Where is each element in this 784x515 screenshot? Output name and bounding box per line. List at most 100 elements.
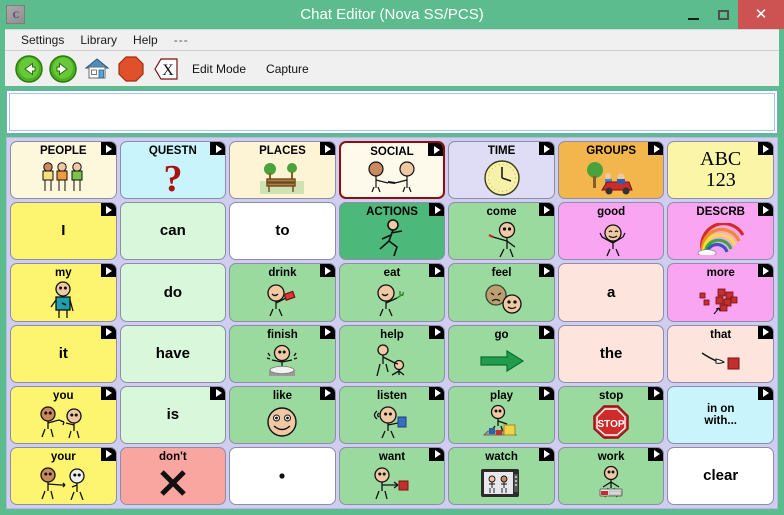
grid-button-stop[interactable]: stop STOP — [557, 385, 665, 444]
help-icon — [340, 341, 445, 382]
grid-button-in-on-with[interactable]: in on with... — [667, 385, 774, 444]
grid-button-label: do — [163, 283, 183, 301]
grid-button-places[interactable]: PLACES — [229, 141, 336, 200]
three-people-icon — [11, 157, 116, 198]
chat-editor-window: C Chat Editor (Nova SS/PCS) ✕ Settings L… — [0, 0, 784, 515]
tv-icon — [449, 463, 554, 504]
grid-button-groups[interactable]: GROUPS — [557, 141, 665, 200]
grid-button-label: a — [606, 283, 616, 301]
grid-button-more[interactable]: more — [667, 263, 774, 322]
grid-button-my[interactable]: my — [10, 263, 117, 322]
chat-app-icon: C — [6, 5, 25, 24]
grid-button-clear[interactable]: clear — [667, 446, 774, 505]
finish-plate-icon — [230, 341, 335, 382]
grid-button-questn[interactable]: QUESTN? — [119, 141, 227, 200]
link-arrow-icon — [429, 264, 445, 278]
grid-button-you[interactable]: you — [10, 385, 117, 444]
grid-button-is[interactable]: is — [119, 385, 227, 444]
link-arrow-icon — [538, 264, 554, 278]
pointing-hand-icon — [668, 341, 773, 382]
grid-button-work[interactable]: work — [557, 446, 665, 505]
svg-text:?: ? — [163, 159, 182, 197]
link-arrow-icon — [319, 386, 335, 400]
stop-icon[interactable] — [114, 53, 148, 85]
grid-button-finish[interactable]: finish — [229, 324, 336, 383]
link-arrow-icon — [757, 264, 773, 278]
minimize-icon — [687, 17, 699, 20]
grid-button-time[interactable]: TIME — [448, 141, 555, 200]
grid-button-[interactable] — [229, 446, 336, 505]
grid-button-feel[interactable]: feel — [448, 263, 555, 322]
grid-button-help[interactable]: help — [338, 324, 446, 383]
message-bar[interactable] — [9, 93, 775, 131]
link-arrow-icon — [100, 386, 116, 400]
close-button[interactable]: ✕ — [738, 0, 784, 29]
listen-icon — [340, 402, 445, 443]
grid-button-label: I — [61, 222, 66, 240]
question-mark-icon: ? — [121, 157, 226, 198]
grid-button-have[interactable]: have — [119, 324, 227, 383]
svg-text:STOP: STOP — [598, 419, 625, 430]
forward-arrow-icon[interactable] — [46, 53, 80, 85]
grid-button-listen[interactable]: listen — [338, 385, 446, 444]
grid-button-actions[interactable]: ACTIONS — [338, 202, 446, 261]
grid-button-good[interactable]: good — [557, 202, 665, 261]
menu-bar: Settings Library Help --- — [5, 29, 779, 50]
grid-button-a[interactable]: a — [557, 263, 665, 322]
grid-button-label: the — [599, 344, 623, 362]
menu-item-library[interactable]: Library — [72, 30, 125, 51]
window-title: Chat Editor (Nova SS/PCS) — [300, 6, 484, 23]
grid-button-label: it — [58, 344, 68, 362]
link-arrow-icon — [757, 325, 773, 339]
grid-button-don-t[interactable]: don't — [119, 446, 227, 505]
grid-button-it[interactable]: it — [10, 324, 117, 383]
home-icon[interactable] — [80, 53, 114, 85]
grid-button-that[interactable]: that — [667, 324, 774, 383]
stop-sign-icon: STOP — [559, 402, 664, 443]
grid-button-play[interactable]: play — [448, 385, 555, 444]
maximize-icon — [717, 9, 729, 20]
menu-item-more[interactable]: --- — [166, 30, 197, 51]
grid-button-watch[interactable]: watch — [448, 446, 555, 505]
grid-button-your[interactable]: your — [10, 446, 117, 505]
grid-button-descrb[interactable]: DESCRB — [667, 202, 774, 261]
clear-x-icon[interactable]: X — [148, 53, 182, 85]
eat-icon — [340, 279, 445, 320]
grid-button-like[interactable]: like — [229, 385, 336, 444]
grid-button-eat[interactable]: eat — [338, 263, 446, 322]
link-arrow-icon — [648, 386, 664, 400]
symbol-grid: PEOPLE QUESTN? PLACES SOCIAL TIME GROUPS … — [6, 137, 778, 509]
link-arrow-icon — [319, 264, 335, 278]
grid-button-want[interactable]: want — [338, 446, 446, 505]
grid-button-i[interactable]: I — [10, 202, 117, 261]
want-icon — [340, 463, 445, 504]
park-bench-icon — [230, 157, 335, 198]
grid-button-abc-123[interactable]: ABC 123 — [667, 141, 774, 200]
back-arrow-icon[interactable] — [12, 53, 46, 85]
menu-item-settings[interactable]: Settings — [13, 30, 72, 51]
handshake-icon — [341, 158, 444, 197]
maximize-button[interactable] — [708, 0, 738, 29]
grid-button-go[interactable]: go — [448, 324, 555, 383]
grid-button-label: have — [155, 344, 190, 362]
menu-item-help[interactable]: Help — [125, 30, 166, 51]
capture-label[interactable]: Capture — [256, 62, 319, 76]
link-arrow-icon — [538, 386, 554, 400]
grid-button-drink[interactable]: drink — [229, 263, 336, 322]
park-scene-icon — [559, 157, 664, 198]
grid-button-do[interactable]: do — [119, 263, 227, 322]
link-arrow-icon — [100, 325, 116, 339]
link-arrow-icon — [429, 325, 445, 339]
minimize-button[interactable] — [678, 0, 708, 29]
grid-button-can[interactable]: can — [119, 202, 227, 261]
grid-button-come[interactable]: come — [448, 202, 555, 261]
grid-button-people[interactable]: PEOPLE — [10, 141, 117, 200]
grid-button-to[interactable]: to — [229, 202, 336, 261]
link-arrow-icon — [319, 325, 335, 339]
grid-button-social[interactable]: SOCIAL — [338, 141, 446, 200]
you-people-icon — [11, 402, 116, 443]
drink-icon — [230, 279, 335, 320]
grid-button-the[interactable]: the — [557, 324, 665, 383]
edit-mode-label[interactable]: Edit Mode — [182, 62, 256, 76]
link-arrow-icon — [429, 447, 445, 461]
